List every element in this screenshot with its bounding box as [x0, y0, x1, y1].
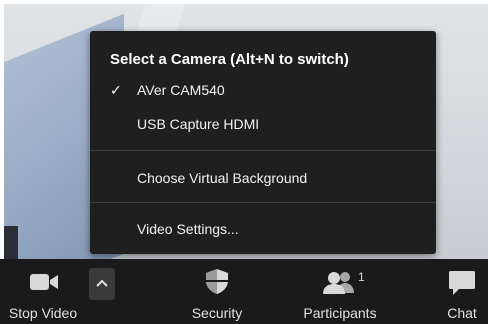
people-icon	[323, 272, 354, 294]
menu-item-camera-aver[interactable]: ✓ AVer CAM540	[90, 76, 436, 104]
camera-select-menu: Select a Camera (Alt+N to switch) ✓ AVer…	[90, 31, 436, 254]
participants-count-badge: 1	[358, 270, 365, 284]
participants-label: Participants	[303, 305, 377, 321]
chat-button[interactable]: Chat	[436, 259, 488, 324]
menu-title: Select a Camera (Alt+N to switch)	[110, 51, 349, 68]
menu-item-video-settings[interactable]: Video Settings...	[90, 215, 436, 243]
menu-item-label: AVer CAM540	[137, 82, 225, 98]
meeting-toolbar: Stop Video Security Participants Chat	[0, 259, 488, 324]
security-label: Security	[191, 305, 243, 321]
shield-icon	[206, 269, 228, 294]
menu-separator	[90, 150, 436, 151]
chat-label: Chat	[447, 305, 477, 321]
menu-separator	[90, 202, 436, 203]
chevron-up-icon	[96, 279, 108, 287]
stop-video-label: Stop Video	[8, 305, 78, 321]
stop-video-button[interactable]: Stop Video	[0, 259, 86, 324]
zoom-meeting-window: Select a Camera (Alt+N to switch) ✓ AVer…	[0, 0, 488, 324]
video-camera-icon	[30, 274, 58, 290]
participants-button[interactable]: Participants	[290, 259, 390, 324]
menu-item-camera-usb-capture[interactable]: USB Capture HDMI	[90, 110, 436, 138]
security-button[interactable]: Security	[176, 259, 258, 324]
chat-bubble-icon	[449, 271, 475, 295]
menu-item-label: USB Capture HDMI	[137, 116, 260, 132]
check-icon: ✓	[110, 82, 122, 98]
video-dark-object	[4, 226, 18, 260]
menu-item-label: Choose Virtual Background	[137, 170, 308, 186]
video-options-caret-button[interactable]	[89, 268, 115, 300]
menu-item-virtual-background[interactable]: Choose Virtual Background	[90, 164, 436, 192]
menu-item-label: Video Settings...	[137, 221, 239, 237]
